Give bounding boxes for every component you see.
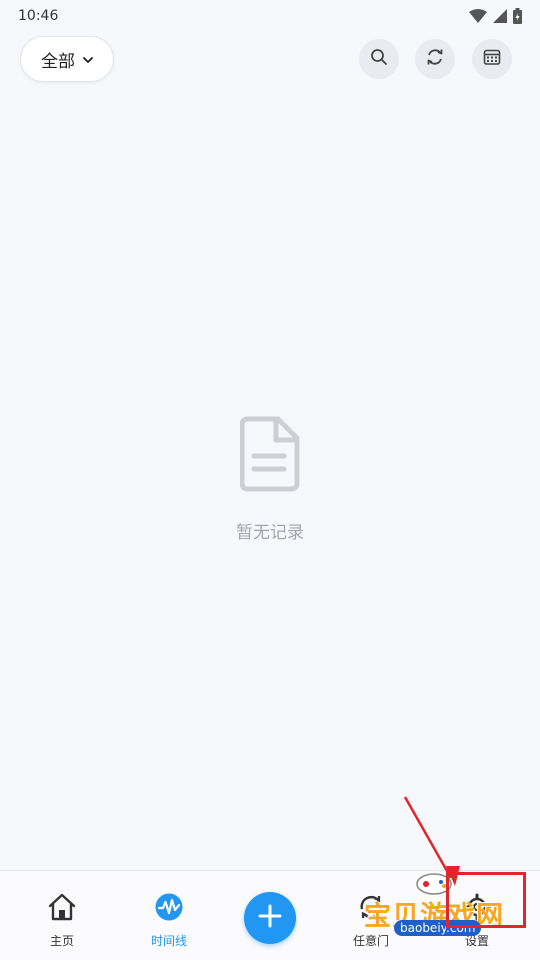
wifi-icon bbox=[469, 9, 487, 23]
calendar-icon bbox=[483, 48, 501, 70]
nav-item-timeline[interactable]: 时间线 bbox=[129, 893, 209, 949]
document-icon bbox=[239, 416, 300, 496]
calendar-button[interactable] bbox=[472, 39, 512, 79]
sync-icon bbox=[425, 47, 445, 71]
home-icon bbox=[47, 893, 77, 924]
empty-message: 暂无记录 bbox=[236, 523, 304, 543]
chevron-down-icon bbox=[83, 49, 93, 69]
status-icons bbox=[469, 8, 522, 24]
filter-label: 全部 bbox=[41, 51, 75, 72]
search-icon bbox=[370, 48, 388, 70]
status-time: 10:46 bbox=[18, 8, 59, 24]
add-button[interactable] bbox=[244, 892, 296, 944]
sync-button[interactable] bbox=[415, 39, 455, 79]
filter-dropdown[interactable]: 全部 bbox=[20, 36, 114, 82]
plus-icon bbox=[258, 904, 282, 932]
nav-label-home: 主页 bbox=[49, 934, 74, 948]
status-bar: 10:46 bbox=[0, 0, 540, 32]
battery-icon bbox=[513, 8, 522, 24]
timeline-icon bbox=[155, 893, 183, 924]
nav-label-timeline: 时间线 bbox=[150, 934, 187, 948]
annotation-box bbox=[446, 872, 526, 928]
nav-item-home[interactable]: 主页 bbox=[22, 893, 102, 949]
search-button[interactable] bbox=[359, 39, 399, 79]
empty-state: 暂无记录 bbox=[0, 416, 540, 543]
signal-icon bbox=[493, 9, 507, 23]
